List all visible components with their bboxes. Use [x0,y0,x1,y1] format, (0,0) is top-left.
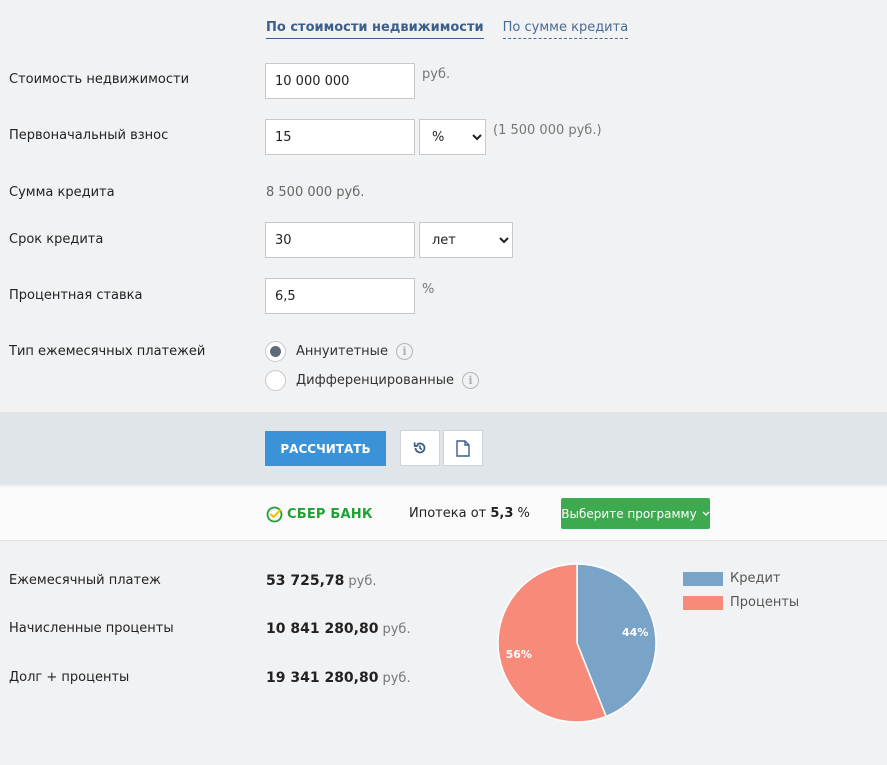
interest-label: Начисленные проценты [9,621,174,636]
document-button[interactable] [443,430,483,466]
property-cost-label: Стоимость недвижимости [9,72,190,87]
mortgage-offer-text: Ипотека от 5,3 % [409,506,530,521]
property-cost-input[interactable] [265,63,415,99]
reset-button[interactable] [400,430,440,466]
total-label: Долг + проценты [9,670,130,685]
mortgage-prefix: Ипотека от [409,506,487,521]
legend-swatch-0 [683,571,723,586]
interest-unit: руб. [382,622,411,637]
differentiated-info-icon[interactable]: i [461,372,479,389]
total-value: 19 341 280,80 руб. [266,670,411,686]
rate-unit: % [422,282,435,297]
calc-mode-tabs: По стоимости недвижимости По сумме креди… [266,20,629,39]
pie-slice-label-1: 56% [506,648,532,661]
sber-check-icon [266,506,283,523]
calculate-button[interactable]: РАССЧИТАТЬ [265,431,386,466]
annuity-radio-label[interactable]: Аннуитетные [296,344,388,359]
legend-label-1: Проценты [730,595,800,610]
rate-label: Процентная ставка [9,288,143,303]
differentiated-radio[interactable] [265,370,286,391]
monthly-payment-value: 53 725,78 руб. [266,573,377,589]
payment-structure-pie-chart: 44% 56% [497,563,657,723]
monthly-payment-amount: 53 725,78 [266,573,345,589]
bank-offer-band: СБЕР БАНК Ипотека от 5,3 % Выберите прог… [0,487,887,541]
loan-sum-value: 8 500 000 руб. [266,185,365,200]
document-icon [456,439,470,457]
down-payment-unit-select[interactable]: % [419,119,486,155]
reset-icon [413,442,426,454]
rate-input[interactable] [265,278,415,314]
payment-type-differentiated-row: Дифференцированные i [265,370,479,391]
tab-by-property-cost[interactable]: По стоимости недвижимости [266,20,484,39]
tab-by-loan-sum[interactable]: По сумме кредита [502,20,629,39]
annuity-radio[interactable] [265,341,286,362]
radio-selected-dot [270,346,281,357]
legend-item-1: Проценты [683,595,799,610]
interest-value: 10 841 280,80 руб. [266,621,411,637]
monthly-payment-label: Ежемесячный платеж [9,573,161,588]
legend-swatch-1 [683,595,723,610]
sber-logo[interactable]: СБЕР БАНК [266,506,373,523]
loan-sum-label: Сумма кредита [9,185,115,200]
annuity-info-icon[interactable]: i [395,343,413,360]
differentiated-radio-label[interactable]: Дифференцированные [296,373,454,388]
choose-program-label: Выберите программу [561,506,697,521]
payment-type-annuity-row: Аннуитетные i [265,341,413,362]
choose-program-button[interactable]: Выберите программу [561,498,710,529]
pie-legend: Кредит Проценты [683,571,799,619]
down-payment-label: Первоначальный взнос [9,128,169,143]
mortgage-rate: 5,3 [490,506,514,521]
pie-slice-label-0: 44% [622,626,648,639]
term-unit-select[interactable]: лет [419,222,513,258]
property-cost-unit: руб. [422,67,451,82]
term-label: Срок кредита [9,232,104,247]
interest-amount: 10 841 280,80 [266,621,379,637]
term-input[interactable] [265,222,415,258]
total-unit: руб. [382,671,411,686]
legend-item-0: Кредит [683,571,799,586]
total-amount: 19 341 280,80 [266,670,379,686]
down-payment-input[interactable] [265,119,415,155]
down-payment-note: (1 500 000 руб.) [493,123,602,138]
monthly-payment-unit: руб. [348,574,377,589]
payment-type-label: Тип ежемесячных платежей [9,344,206,359]
legend-label-0: Кредит [730,571,781,586]
mortgage-suffix: % [517,506,530,521]
action-band: РАССЧИТАТЬ [0,412,887,485]
chevron-down-icon [702,511,710,516]
sber-name: СБЕР БАНК [287,507,373,522]
